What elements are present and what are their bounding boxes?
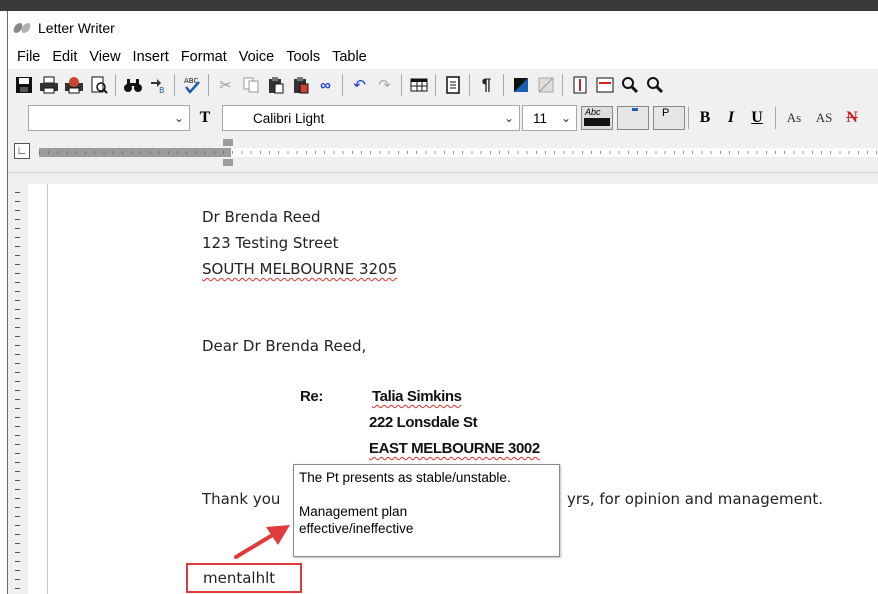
copy-icon[interactable] [239,73,262,97]
spell-check-icon[interactable]: ABC [180,73,203,97]
toolbar-separator [503,74,504,96]
underline-button[interactable]: U [746,106,768,130]
toolbar-separator [562,74,563,96]
font-color-label: P [662,107,670,119]
italic-button[interactable]: I [720,106,742,130]
paste-icon[interactable] [264,73,287,97]
tooltip-line-1: The Pt presents as stable/unstable. [299,470,511,485]
page-left-edge [47,184,48,594]
font-size-value: 11 [533,110,548,126]
chevron-down-icon[interactable]: ⌄ [501,109,517,127]
toolbar-separator [775,107,776,129]
subscript-button[interactable]: As [781,106,807,130]
find-icon[interactable] [121,73,144,97]
title-bar: Letter Writer [8,11,878,44]
annotation-arrow-icon [234,525,290,559]
print-setup-icon[interactable] [62,73,85,97]
menu-edit[interactable]: Edit [46,49,83,65]
toolbar-separator [435,74,436,96]
toolbar-separator [688,107,689,129]
patient-city: EAST MELBOURNE 3002 [369,440,540,457]
zoom-in-icon[interactable] [618,73,641,97]
font-select[interactable]: Calibri Light ⌄ [222,105,520,131]
window-title: Letter Writer [38,19,115,36]
menu-file[interactable]: File [11,49,46,65]
pilcrow-icon[interactable]: ¶ [475,73,498,97]
paste-special-icon[interactable] [289,73,312,97]
page-width-icon[interactable] [593,73,616,97]
body-text-start: Thank you [202,490,281,508]
highlight-swatch [584,118,610,126]
app-logo-icon [14,22,32,34]
toolbar-separator [174,74,175,96]
formatting-toolbar: ⌄ T Calibri Light ⌄ 11 ⌄ Abc P B I U As … [8,101,878,135]
toolbar-separator [115,74,116,96]
recipient-city: SOUTH MELBOURNE 3205 [202,260,398,278]
menu-table[interactable]: Table [326,49,373,65]
tooltip-blank-line [299,486,554,503]
tooltip-line-3: effective/ineffective [299,521,414,536]
save-icon[interactable] [12,73,35,97]
table-icon[interactable] [407,73,430,97]
first-line-indent-marker[interactable] [223,139,233,146]
font-size-select[interactable]: 11 ⌄ [522,105,577,131]
paragraph-color-button[interactable]: P [653,106,685,130]
font-name: Calibri Light [253,110,325,126]
menu-bar: File Edit View Insert Format Voice Tools… [8,44,878,69]
print-icon[interactable] [37,73,60,97]
pen-icon [632,108,638,111]
font-icon: T [199,109,211,126]
standard-toolbar: B ABC ✂ ∞ ↶ ↷ ¶ [8,69,878,101]
zoom-out-icon[interactable] [643,73,666,97]
link-icon[interactable]: ∞ [314,73,337,97]
svg-text:B: B [159,86,165,94]
toolbar-separator [342,74,343,96]
page-height-icon[interactable] [568,73,591,97]
tooltip-line-2: Management plan [299,504,408,519]
salutation: Dear Dr Brenda Reed, [202,337,367,355]
font-color-button[interactable] [617,106,649,130]
highlight-color-button[interactable]: Abc [581,106,613,130]
highlight-icon: Abc [585,107,601,117]
superscript-button[interactable]: AS [811,106,837,130]
chevron-down-icon[interactable]: ⌄ [171,109,187,127]
bold-button[interactable]: B [694,106,716,130]
autotext-preview-tooltip[interactable]: The Pt presents as stable/unstable. Mana… [293,464,560,557]
left-indent-marker[interactable] [223,159,233,166]
ruler-ticks [39,148,878,157]
document-area[interactable]: Dr Brenda Reed 123 Testing Street SOUTH … [8,184,878,594]
chevron-down-icon[interactable]: ⌄ [558,109,574,127]
print-preview-icon[interactable] [87,73,110,97]
menu-voice[interactable]: Voice [233,49,280,65]
menu-tools[interactable]: Tools [280,49,326,65]
recipient-name: Dr Brenda Reed [202,208,321,226]
cut-icon[interactable]: ✂ [214,73,237,97]
color-fill-icon[interactable] [509,73,532,97]
menu-format[interactable]: Format [175,49,233,65]
redo-icon[interactable]: ↷ [373,73,396,97]
gradient-icon[interactable] [534,73,557,97]
toolbar-separator [469,74,470,96]
vertical-ruler [8,184,28,594]
annotation-highlight-box [186,563,302,593]
menu-insert[interactable]: Insert [127,49,175,65]
horizontal-ruler: ∟ [8,135,878,173]
screen-top-border [0,0,878,11]
body-text-end: yrs, for opinion and management. [567,490,824,508]
app-window: Letter Writer File Edit View Insert Form… [7,11,878,594]
undo-icon[interactable]: ↶ [348,73,371,97]
recipient-street: 123 Testing Street [202,234,339,252]
patient-name: Talia Simkins [372,388,462,405]
document-icon[interactable] [441,73,464,97]
menu-view[interactable]: View [83,49,126,65]
style-select[interactable]: ⌄ [28,105,190,131]
replace-icon[interactable]: B [146,73,169,97]
toolbar-separator [401,74,402,96]
patient-street: 222 Lonsdale St [369,414,478,431]
toolbar-separator [208,74,209,96]
tab-stop-selector[interactable]: ∟ [14,143,30,159]
strikethrough-icon[interactable]: N [841,106,863,130]
re-label: Re: [300,388,323,405]
